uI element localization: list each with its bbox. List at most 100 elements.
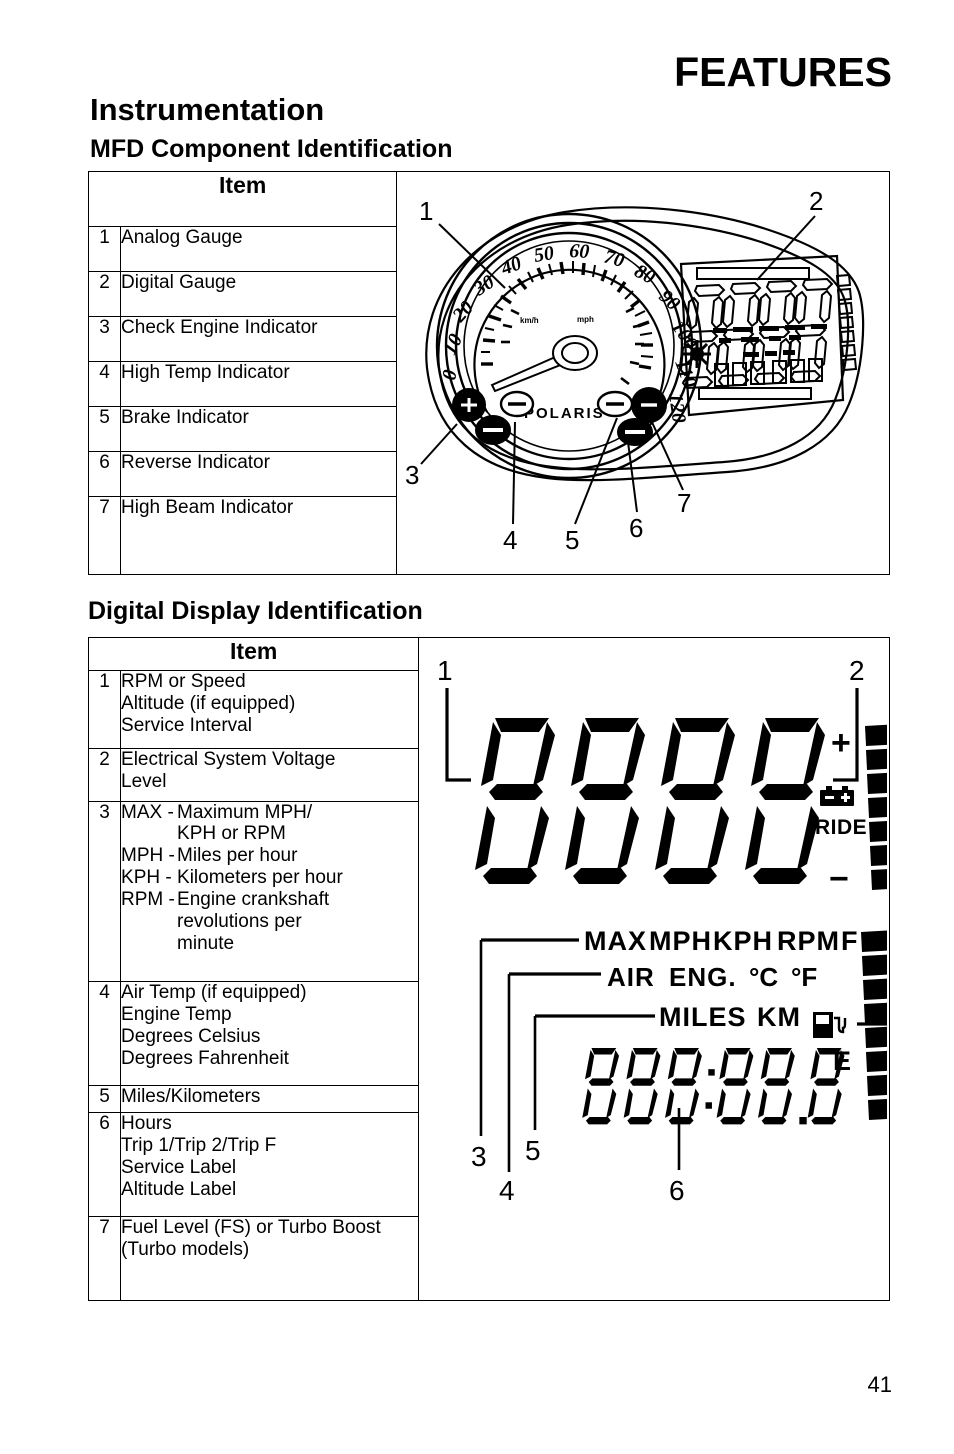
row-label: RPM or Speed Altitude (if equipped) Serv… bbox=[120, 669, 420, 750]
abbreviation-value: Kilometers per hour bbox=[177, 867, 343, 889]
annunciator-rpm: RPM bbox=[777, 926, 840, 956]
page-number: 41 bbox=[867, 1372, 892, 1397]
subheading-mfd-component-identification: MFD Component Identification bbox=[90, 135, 453, 163]
svg-text:km/h: km/h bbox=[520, 316, 539, 325]
abbreviation-key: MAX - bbox=[121, 801, 174, 823]
row-number: 4 bbox=[87, 981, 122, 1087]
mfd-diagram-cell: 0 10 20 30 40 50 60 70 80 90 100 110 120 bbox=[396, 171, 890, 575]
row-number: 4 bbox=[87, 360, 122, 407]
annunciator-mph: MPH bbox=[649, 926, 712, 956]
abbreviation-key: KPH - bbox=[121, 867, 172, 889]
mfd-component-table: Item 0 10 20 30 40 50 60 70 80 90 100 11… bbox=[87, 171, 890, 575]
row-number: 3 bbox=[87, 800, 122, 983]
row-label: Digital Gauge bbox=[120, 270, 398, 317]
gauge-brand-label: POLARIS bbox=[524, 405, 605, 422]
main-seven-segment-digits bbox=[475, 718, 826, 884]
secondary-seven-segment-digits bbox=[582, 1048, 845, 1125]
voltage-bargraph bbox=[865, 724, 888, 890]
abbreviation-key: MPH - bbox=[121, 845, 175, 867]
svg-text:70: 70 bbox=[602, 246, 627, 272]
row-number: 5 bbox=[87, 1085, 122, 1114]
abbreviation-key: RPM - bbox=[121, 888, 175, 910]
svg-text:90: 90 bbox=[655, 285, 685, 315]
callout-6: 6 bbox=[629, 513, 643, 543]
annunciator-air: AIR bbox=[607, 962, 655, 992]
table-header-row: Item bbox=[87, 171, 890, 575]
callout-2: 2 bbox=[849, 655, 865, 686]
gauge-needle bbox=[491, 335, 599, 393]
callout-1: 1 bbox=[419, 196, 433, 226]
row-number: 7 bbox=[87, 496, 122, 575]
battery-icon bbox=[820, 786, 855, 806]
row-label: Brake Indicator bbox=[120, 405, 398, 452]
callout-6: 6 bbox=[669, 1175, 685, 1206]
fuel-pump-icon bbox=[813, 1012, 847, 1038]
row-number: 5 bbox=[87, 405, 122, 452]
row-label: Analog Gauge bbox=[120, 225, 398, 272]
callout-3: 3 bbox=[405, 460, 419, 490]
svg-text:mph: mph bbox=[577, 315, 594, 324]
row-label: Hours Trip 1/Trip 2/Trip F Service Label… bbox=[120, 1112, 420, 1217]
voltage-plus-label: + bbox=[831, 724, 851, 762]
gauge-unit-labels: km/h mph bbox=[520, 315, 594, 325]
row-number: 1 bbox=[87, 225, 122, 272]
row-number: 3 bbox=[87, 315, 122, 362]
column-header-item: Item bbox=[87, 171, 398, 227]
abbreviation-row: MPH - Miles per hour bbox=[121, 845, 418, 867]
callout-1: 1 bbox=[437, 655, 453, 686]
row-number: 7 bbox=[87, 1216, 122, 1301]
callout-2: 2 bbox=[809, 186, 823, 216]
abbreviation-value: Miles per hour bbox=[177, 845, 298, 867]
callout-5: 5 bbox=[525, 1135, 541, 1166]
row-label: Reverse Indicator bbox=[120, 450, 398, 498]
voltage-minus-label: − bbox=[829, 860, 849, 898]
column-header-item: Item bbox=[87, 637, 420, 671]
abbreviation-list: MAX - Maximum MPH/ KPH or RPM MPH - Miles p… bbox=[121, 802, 418, 955]
row-label-sublist: MAX - Maximum MPH/ KPH or RPM MPH - Miles p… bbox=[120, 800, 420, 983]
svg-text:120: 120 bbox=[664, 392, 690, 425]
lcd-display-illustration: + RIDE − MAX MPH KPH RPM F AIR ENG. °C °… bbox=[437, 655, 888, 1206]
mfd-lcd-panel bbox=[680, 254, 858, 417]
svg-text:30: 30 bbox=[469, 271, 499, 301]
callout-3: 3 bbox=[471, 1141, 487, 1172]
section-heading-instrumentation: Instrumentation bbox=[90, 92, 325, 127]
callout-7: 7 bbox=[677, 488, 691, 518]
row-label: Electrical System Voltage Level bbox=[120, 748, 420, 802]
digital-display-table: Item + RIDE − MAX MPH KPH RPM F AIR ENG.… bbox=[87, 637, 890, 1301]
abbreviation-row: MAX - Maximum MPH/ KPH or RPM bbox=[121, 802, 418, 846]
abbreviation-value: Engine crankshaft revolutions per minute bbox=[177, 888, 330, 954]
annunciator-max: MAX bbox=[584, 926, 647, 956]
svg-text:50: 50 bbox=[533, 242, 556, 267]
running-head-features: FEATURES bbox=[674, 49, 892, 95]
svg-text:10: 10 bbox=[439, 331, 468, 359]
annunciator-fahrenheit: °F bbox=[791, 962, 817, 992]
row-number: 2 bbox=[87, 748, 122, 802]
row-number: 2 bbox=[87, 270, 122, 317]
mfd-gauge-illustration: 0 10 20 30 40 50 60 70 80 90 100 110 120 bbox=[405, 186, 865, 555]
annunciator-kph: KPH bbox=[713, 926, 773, 956]
row-number: 1 bbox=[87, 669, 122, 750]
row-number: 6 bbox=[87, 450, 122, 498]
svg-text:60: 60 bbox=[569, 240, 590, 263]
row-number: 6 bbox=[87, 1112, 122, 1217]
annunciator-eng: ENG. bbox=[669, 962, 737, 992]
annunciator-celsius: °C bbox=[749, 962, 778, 992]
row-label: High Temp Indicator bbox=[120, 360, 398, 407]
callout-4: 4 bbox=[503, 525, 517, 555]
abbreviation-row: RPM - Engine crankshaft revolutions per m… bbox=[121, 889, 418, 955]
row-label: Air Temp (if equipped) Engine Temp Degre… bbox=[120, 981, 420, 1087]
subheading-digital-display-identification: Digital Display Identification bbox=[88, 597, 423, 625]
row-label: Fuel Level (FS) or Turbo Boost (Turbo mo… bbox=[120, 1216, 420, 1301]
fuel-full-label: F bbox=[841, 926, 858, 956]
abbreviation-value: Maximum MPH/ KPH or RPM bbox=[177, 801, 313, 845]
row-label: Miles/Kilometers bbox=[120, 1085, 420, 1114]
row-label: High Beam Indicator bbox=[120, 496, 398, 575]
row-label: Check Engine Indicator bbox=[120, 315, 398, 362]
sun-icon bbox=[683, 340, 712, 368]
abbreviation-row: KPH - Kilometers per hour bbox=[121, 867, 418, 889]
ride-label: RIDE bbox=[815, 816, 867, 839]
lcd-diagram-cell: + RIDE − MAX MPH KPH RPM F AIR ENG. °C °… bbox=[418, 637, 890, 1301]
annunciator-miles: MILES bbox=[659, 1002, 747, 1032]
callout-5: 5 bbox=[565, 525, 579, 555]
callout-4: 4 bbox=[499, 1175, 515, 1206]
